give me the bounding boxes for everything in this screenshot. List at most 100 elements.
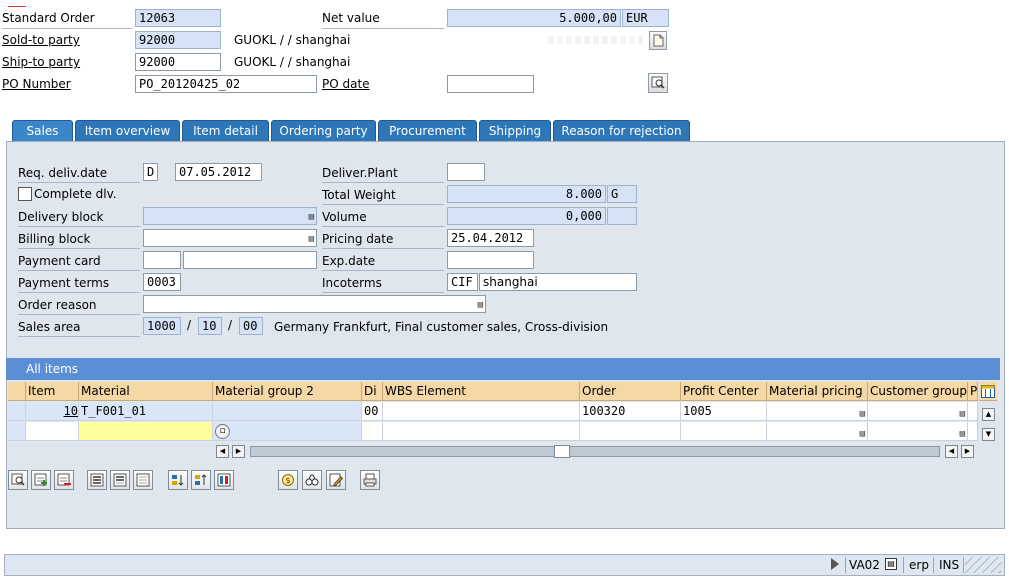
cell-customer-group[interactable]: ▤ xyxy=(868,402,968,421)
print-icon[interactable] xyxy=(360,470,380,490)
cell-pa[interactable] xyxy=(968,422,978,441)
po-number-field[interactable]: PO_20120425_02 xyxy=(135,75,317,93)
net-value-field[interactable]: 5.000,00 xyxy=(447,9,621,27)
cell-wbs-element[interactable] xyxy=(383,402,580,421)
scroll-right-button[interactable]: ▶ xyxy=(232,445,245,458)
cell-order[interactable] xyxy=(580,422,681,441)
document-icon[interactable] xyxy=(649,31,667,50)
availability-icon[interactable] xyxy=(302,470,322,490)
sales-org-field[interactable]: 1000 xyxy=(143,317,181,335)
cell-di[interactable] xyxy=(362,422,383,441)
scroll-right-button[interactable]: ▶ xyxy=(961,445,974,458)
tab-sales[interactable]: Sales xyxy=(12,120,73,141)
volume-unit-field[interactable] xyxy=(607,207,637,225)
tab-procurement[interactable]: Procurement xyxy=(378,120,477,141)
row-selector[interactable] xyxy=(8,402,26,421)
currency-field[interactable]: EUR xyxy=(622,9,669,27)
configuration-icon[interactable] xyxy=(214,470,234,490)
table-settings-icon[interactable] xyxy=(979,382,997,401)
billing-block-field[interactable]: ▤ xyxy=(143,229,317,247)
system-info-icon[interactable]: ▤ xyxy=(885,558,897,570)
cell-profit-center[interactable]: 1005 xyxy=(681,402,767,421)
tab-item-detail[interactable]: Item detail xyxy=(182,120,269,141)
cell-material[interactable]: T_F001_01 xyxy=(79,402,213,421)
volume-field[interactable]: 0,000 xyxy=(447,207,606,225)
value-help-icon[interactable]: ▫ xyxy=(215,424,230,439)
scroll-up-button[interactable]: ▲ xyxy=(982,408,995,421)
col-wbs-element[interactable]: WBS Element xyxy=(383,382,580,401)
tab-item-overview[interactable]: Item overview xyxy=(75,120,180,141)
item-details-icon[interactable] xyxy=(8,470,28,490)
cell-customer-group[interactable]: ▤ xyxy=(868,422,968,441)
weight-unit-field[interactable]: G xyxy=(607,185,637,203)
po-date-label[interactable]: PO date xyxy=(322,77,370,91)
dropdown-icon[interactable]: ▤ xyxy=(960,425,965,440)
order-reason-field[interactable]: ▤ xyxy=(143,295,486,313)
incoterms-code-field[interactable]: CIF xyxy=(447,273,478,291)
col-material-pricing[interactable]: Material pricing ... xyxy=(767,382,868,401)
sort-ascending-icon[interactable] xyxy=(168,470,188,490)
cell-wbs-element[interactable] xyxy=(383,422,580,441)
col-pa[interactable]: Pa xyxy=(968,382,978,401)
col-material[interactable]: Material xyxy=(79,382,213,401)
scroll-down-button[interactable]: ▼ xyxy=(982,428,995,441)
sold-to-label[interactable]: Sold-to party xyxy=(2,33,80,47)
division-field[interactable]: 00 xyxy=(239,317,263,335)
resize-grip-icon[interactable] xyxy=(965,557,1001,573)
deliver-plant-field[interactable] xyxy=(447,163,485,181)
po-number-label[interactable]: PO Number xyxy=(2,77,71,91)
sold-to-field[interactable]: 92000 xyxy=(135,31,221,49)
select-block-icon[interactable] xyxy=(110,470,130,490)
incoterms-place-field[interactable]: shanghai xyxy=(479,273,637,291)
tab-ordering-party[interactable]: Ordering party xyxy=(271,120,376,141)
scroll-left-button[interactable]: ◀ xyxy=(945,445,958,458)
req-deliv-type-field[interactable]: D xyxy=(143,163,158,181)
status-collapse-icon[interactable] xyxy=(831,558,839,570)
col-material-group-2[interactable]: Material group 2 xyxy=(213,382,362,401)
pricing-icon[interactable]: $ xyxy=(278,470,298,490)
dropdown-icon[interactable]: ▤ xyxy=(309,231,314,246)
select-all-button[interactable] xyxy=(8,382,26,401)
deselect-all-icon[interactable] xyxy=(133,470,153,490)
scroll-left-button[interactable]: ◀ xyxy=(216,445,229,458)
tab-reason-for-rejection[interactable]: Reason for rejection xyxy=(553,120,690,141)
delivery-block-field[interactable]: ▤ xyxy=(143,207,317,225)
exp-date-field[interactable] xyxy=(447,251,534,269)
cell-material-group-2[interactable] xyxy=(213,402,362,421)
dropdown-icon[interactable]: ▤ xyxy=(860,425,865,440)
ship-to-label[interactable]: Ship-to party xyxy=(2,55,80,69)
tab-shipping[interactable]: Shipping xyxy=(479,120,551,141)
sort-descending-icon[interactable] xyxy=(191,470,211,490)
payment-card-type-field[interactable] xyxy=(143,251,181,269)
horizontal-scroll-thumb[interactable] xyxy=(554,445,570,458)
standard-order-field[interactable]: 12063 xyxy=(135,9,221,27)
pricing-date-field[interactable]: 25.04.2012 xyxy=(447,229,534,247)
total-weight-field[interactable]: 8.000 xyxy=(447,185,606,203)
cell-material-pricing[interactable]: ▤ xyxy=(767,402,868,421)
distribution-channel-field[interactable]: 10 xyxy=(198,317,222,335)
ship-to-field[interactable]: 92000 xyxy=(135,53,221,71)
col-order[interactable]: Order xyxy=(580,382,681,401)
insert-row-icon[interactable] xyxy=(31,470,51,490)
cell-di[interactable]: 00 xyxy=(362,402,383,421)
col-customer-group[interactable]: Customer group xyxy=(868,382,968,401)
cell-pa[interactable] xyxy=(968,402,978,421)
row-selector[interactable] xyxy=(8,422,26,441)
delete-row-icon[interactable] xyxy=(54,470,74,490)
cell-material-input[interactable] xyxy=(79,422,213,441)
cell-order[interactable]: 100320 xyxy=(580,402,681,421)
cell-material-pricing[interactable]: ▤ xyxy=(767,422,868,441)
payment-card-number-field[interactable] xyxy=(183,251,317,269)
display-detail-icon[interactable] xyxy=(648,73,668,93)
edit-item-icon[interactable] xyxy=(326,470,346,490)
col-di[interactable]: Di xyxy=(362,382,383,401)
horizontal-scrollbar[interactable] xyxy=(250,446,940,457)
dropdown-icon[interactable]: ▤ xyxy=(960,405,965,420)
dropdown-icon[interactable]: ▤ xyxy=(478,297,483,312)
cell-profit-center[interactable] xyxy=(681,422,767,441)
req-deliv-date-field[interactable]: 07.05.2012 xyxy=(175,163,262,181)
dropdown-icon[interactable]: ▤ xyxy=(309,209,314,224)
dropdown-icon[interactable]: ▤ xyxy=(860,405,865,420)
cell-item[interactable]: 10 xyxy=(26,402,79,421)
select-all-icon[interactable] xyxy=(87,470,107,490)
